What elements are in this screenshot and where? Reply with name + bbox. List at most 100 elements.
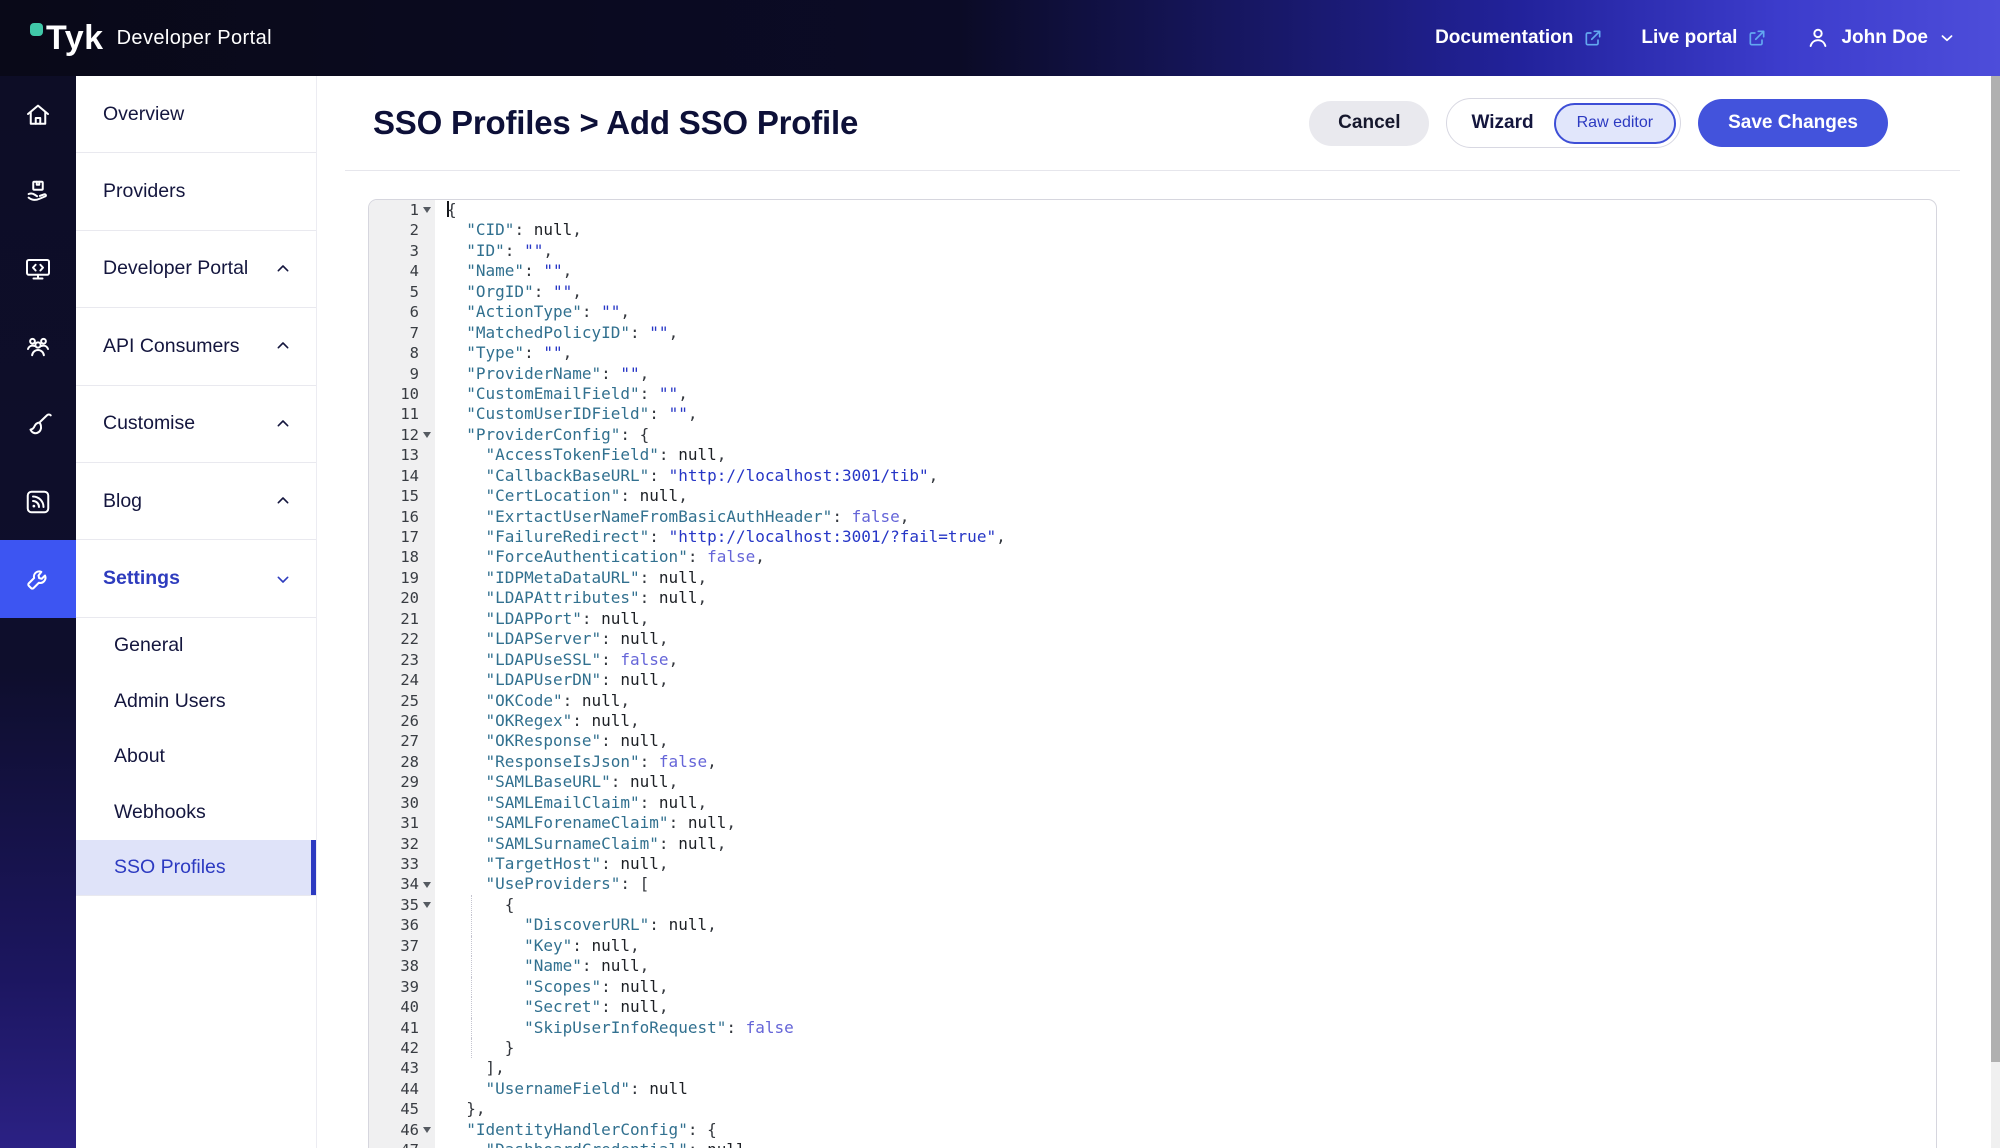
- tyk-logo[interactable]: Tyk Developer Portal: [30, 21, 272, 55]
- fold-arrow-icon[interactable]: [423, 207, 431, 213]
- code-line-text[interactable]: "OKCode": null,: [435, 691, 1936, 711]
- sidebar-item-about[interactable]: About: [76, 729, 316, 785]
- sidebar-item-providers[interactable]: Providers: [76, 153, 316, 230]
- line-number: 40: [375, 997, 419, 1017]
- code-line-text[interactable]: "DashboardCredential": null: [435, 1140, 1936, 1148]
- sidebar-item-customise[interactable]: Customise: [76, 386, 316, 463]
- line-number: 3: [375, 241, 419, 261]
- sidebar-item-admin-users[interactable]: Admin Users: [76, 673, 316, 729]
- code-line-text[interactable]: "ResponseIsJson": false,: [435, 752, 1936, 772]
- header-actions: Cancel Wizard Raw editor Save Changes: [1309, 98, 1888, 148]
- fold-arrow-icon[interactable]: [423, 1127, 431, 1133]
- code-line-text[interactable]: },: [435, 1099, 1936, 1119]
- rail-item-developer-portal[interactable]: [0, 231, 76, 308]
- json-code-editor[interactable]: 1{2 "CID": null,3 "ID": "",4 "Name": "",…: [368, 199, 1937, 1148]
- rail-item-overview[interactable]: [0, 76, 76, 153]
- code-line-text[interactable]: "ID": "",: [435, 241, 1936, 261]
- code-line-text[interactable]: "OKRegex": null,: [435, 711, 1936, 731]
- wizard-toggle-button[interactable]: Wizard: [1447, 112, 1553, 134]
- fold-arrow-icon[interactable]: [423, 882, 431, 888]
- code-line-text[interactable]: {: [435, 895, 1936, 915]
- rail-item-providers[interactable]: [0, 153, 76, 230]
- sidebar-item-sso-profiles[interactable]: SSO Profiles: [76, 840, 316, 896]
- code-line-text[interactable]: "Key": null,: [435, 936, 1936, 956]
- code-line-text[interactable]: "ForceAuthentication": false,: [435, 547, 1936, 567]
- line-number-gutter: 25: [369, 691, 435, 711]
- code-line-text[interactable]: "ProviderName": "",: [435, 364, 1936, 384]
- code-line-text[interactable]: ],: [435, 1058, 1936, 1078]
- code-line-text[interactable]: }: [435, 1038, 1936, 1058]
- code-line-text[interactable]: "IdentityHandlerConfig": {: [435, 1120, 1936, 1140]
- save-changes-button[interactable]: Save Changes: [1698, 99, 1888, 147]
- code-line-text[interactable]: "Name": "",: [435, 261, 1936, 281]
- vertical-scrollbar[interactable]: [1991, 76, 2000, 1148]
- sidebar-item-webhooks[interactable]: Webhooks: [76, 785, 316, 841]
- chevron-up-icon: [275, 261, 291, 277]
- cancel-button[interactable]: Cancel: [1309, 101, 1429, 146]
- code-line-text[interactable]: "DiscoverURL": null,: [435, 915, 1936, 935]
- code-line-text[interactable]: "CustomUserIDField": "",: [435, 404, 1936, 424]
- line-number-gutter: 18: [369, 547, 435, 567]
- code-line-text[interactable]: "FailureRedirect": "http://localhost:300…: [435, 527, 1936, 547]
- live-portal-link[interactable]: Live portal: [1641, 27, 1767, 49]
- code-line-text[interactable]: {: [435, 200, 1936, 220]
- fold-zone: [419, 882, 435, 888]
- rail-item-settings[interactable]: [0, 540, 76, 617]
- code-line-text[interactable]: "MatchedPolicyID": "",: [435, 323, 1936, 343]
- code-line-text[interactable]: "TargetHost": null,: [435, 854, 1936, 874]
- line-number: 9: [375, 364, 419, 384]
- raw-editor-toggle-button[interactable]: Raw editor: [1554, 103, 1676, 144]
- tyk-logo-mark-icon: [30, 23, 43, 36]
- sidebar-item-label: Overview: [103, 103, 184, 126]
- code-line-text[interactable]: "ActionType": "",: [435, 302, 1936, 322]
- code-line-text[interactable]: "Scopes": null,: [435, 977, 1936, 997]
- code-line-text[interactable]: "LDAPUserDN": null,: [435, 670, 1936, 690]
- fold-arrow-icon[interactable]: [423, 902, 431, 908]
- fold-arrow-icon[interactable]: [423, 432, 431, 438]
- code-line-text[interactable]: "UsernameField": null: [435, 1079, 1936, 1099]
- scrollbar-thumb[interactable]: [1991, 76, 2000, 1062]
- line-number-gutter: 46: [369, 1120, 435, 1140]
- line-number: 15: [375, 486, 419, 506]
- code-line-text[interactable]: "SAMLSurnameClaim": null,: [435, 834, 1936, 854]
- line-number: 10: [375, 384, 419, 404]
- code-line-text[interactable]: "LDAPServer": null,: [435, 629, 1936, 649]
- line-number: 35: [375, 895, 419, 915]
- code-line-text[interactable]: "Type": "",: [435, 343, 1936, 363]
- code-line-text[interactable]: "AccessTokenField": null,: [435, 445, 1936, 465]
- line-number-gutter: 7: [369, 323, 435, 343]
- sidebar-item-overview[interactable]: Overview: [76, 76, 316, 153]
- line-number-gutter: 40: [369, 997, 435, 1017]
- code-line-text[interactable]: "UseProviders": [: [435, 874, 1936, 894]
- code-line-text[interactable]: "SAMLBaseURL": null,: [435, 772, 1936, 792]
- code-line-text[interactable]: "LDAPAttributes": null,: [435, 588, 1936, 608]
- documentation-link[interactable]: Documentation: [1435, 27, 1603, 49]
- code-line-text[interactable]: "Name": null,: [435, 956, 1936, 976]
- code-line-text[interactable]: "Secret": null,: [435, 997, 1936, 1017]
- code-line-text[interactable]: "IDPMetaDataURL": null,: [435, 568, 1936, 588]
- rail-item-api-consumers[interactable]: [0, 308, 76, 385]
- code-line-text[interactable]: "CID": null,: [435, 220, 1936, 240]
- code-line-text[interactable]: "LDAPPort": null,: [435, 609, 1936, 629]
- sidebar-item-general[interactable]: General: [76, 618, 316, 674]
- code-line-text[interactable]: "OKResponse": null,: [435, 731, 1936, 751]
- code-line-text[interactable]: "CallbackBaseURL": "http://localhost:300…: [435, 466, 1936, 486]
- code-line-text[interactable]: "ExrtactUserNameFromBasicAuthHeader": fa…: [435, 507, 1936, 527]
- user-menu[interactable]: John Doe: [1805, 25, 1956, 51]
- sidebar-item-settings[interactable]: Settings: [76, 540, 316, 617]
- code-line-text[interactable]: "OrgID": "",: [435, 282, 1936, 302]
- code-line-text[interactable]: "CertLocation": null,: [435, 486, 1936, 506]
- sidebar-item-blog[interactable]: Blog: [76, 463, 316, 540]
- code-line-text[interactable]: "LDAPUseSSL": false,: [435, 650, 1936, 670]
- sidebar-item-developer-portal[interactable]: Developer Portal: [76, 231, 316, 308]
- code-line-text[interactable]: "SAMLForenameClaim": null,: [435, 813, 1936, 833]
- code-line-text[interactable]: "SAMLEmailClaim": null,: [435, 793, 1936, 813]
- rail-item-customise[interactable]: [0, 386, 76, 463]
- code-line-text[interactable]: "CustomEmailField": "",: [435, 384, 1936, 404]
- line-number: 44: [375, 1079, 419, 1099]
- sidebar-item-api-consumers[interactable]: API Consumers: [76, 308, 316, 385]
- code-line-text[interactable]: "ProviderConfig": {: [435, 425, 1936, 445]
- line-number: 4: [375, 261, 419, 281]
- code-line-text[interactable]: "SkipUserInfoRequest": false: [435, 1018, 1936, 1038]
- rail-item-blog[interactable]: [0, 463, 76, 540]
